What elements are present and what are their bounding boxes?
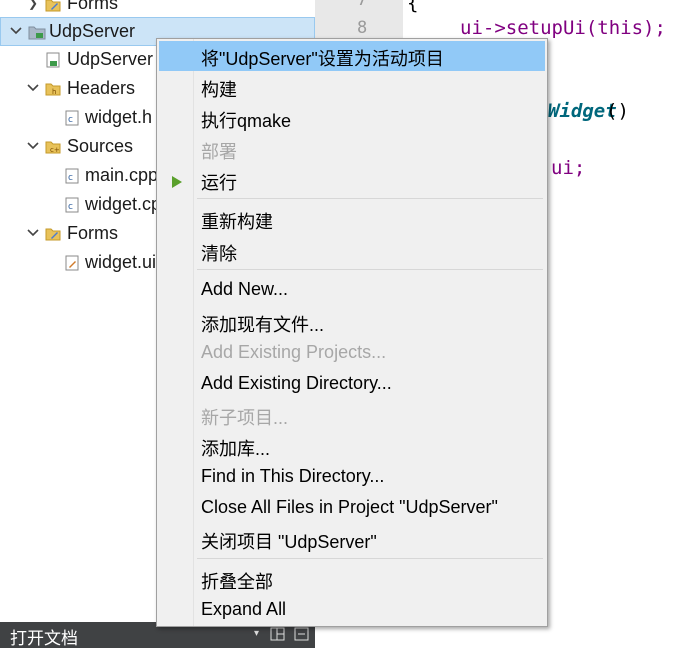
line-number: 7 [357, 0, 368, 10]
menu-item-label: 添加现有文件... [201, 315, 325, 335]
tree-item-label: UdpServer [49, 21, 136, 41]
menu-item-label: 部署 [201, 142, 237, 162]
chevron-down-icon[interactable] [9, 24, 23, 38]
menu-item-label: 将"UdpServer"设置为活动项目 [201, 49, 444, 69]
menu-set-active-project[interactable]: 将"UdpServer"设置为活动项目 [159, 41, 545, 71]
menu-item-label: 运行 [201, 173, 237, 193]
menu-item-label: Find in This Directory... [201, 466, 385, 486]
menu-close-project[interactable]: 关闭项目 "UdpServer" [159, 524, 545, 554]
code-brace: { [407, 0, 419, 14]
ui-file-icon [64, 255, 80, 271]
svg-text:h: h [52, 88, 56, 96]
code-parens: () [606, 100, 629, 122]
menu-separator [197, 198, 543, 199]
cpp-file-icon: c [64, 168, 80, 184]
open-documents-title: 打开文档 [10, 629, 78, 648]
menu-run-qmake[interactable]: 执行qmake [159, 103, 545, 133]
menu-find-in-directory[interactable]: Find in This Directory... [159, 462, 545, 492]
menu-item-label: Add Existing Directory... [201, 373, 392, 393]
tree-item-label: widget.h [85, 107, 153, 127]
pro-file-icon [45, 52, 61, 68]
menu-clean[interactable]: 清除 [159, 236, 545, 266]
menu-item-label: 折叠全部 [201, 572, 273, 592]
menu-rebuild[interactable]: 重新构建 [159, 204, 545, 234]
chevron-down-icon[interactable] [26, 226, 40, 240]
sources-folder-icon: c+ [45, 139, 61, 155]
svg-text:c: c [68, 115, 73, 125]
headers-folder-icon: h [45, 81, 61, 97]
menu-item-label: Add New... [201, 279, 289, 299]
chevron-right-icon[interactable]: ❯ [28, 0, 42, 10]
menu-close-all-files[interactable]: Close All Files in Project "UdpServer" [159, 493, 545, 523]
menu-expand-all[interactable]: Expand All [159, 595, 545, 625]
menu-deploy: 部署 [159, 134, 545, 164]
menu-separator [197, 269, 543, 270]
dropdown-arrow-icon[interactable]: ▾ [254, 628, 259, 639]
menu-add-existing-projects: Add Existing Projects... [159, 338, 545, 368]
menu-build[interactable]: 构建 [159, 72, 545, 102]
tree-item-label: Forms [67, 0, 118, 13]
tree-item-label: Forms [67, 223, 118, 243]
forms-folder-icon [45, 226, 61, 242]
tree-item-label: Sources [67, 136, 134, 156]
tree-item-label: widget.ui [85, 252, 157, 272]
run-icon [171, 173, 183, 188]
tree-item-label: UdpServer [67, 49, 154, 69]
menu-item-label: Add Existing Projects... [201, 342, 387, 362]
menu-item-label: 重新构建 [201, 212, 273, 232]
menu-add-library[interactable]: 添加库... [159, 431, 545, 461]
menu-add-existing-files[interactable]: 添加现有文件... [159, 307, 545, 337]
code-delete-ui: ui; [551, 157, 586, 179]
cpp-file-icon: c [64, 197, 80, 213]
menu-add-new[interactable]: Add New... [159, 275, 545, 305]
project-icon [28, 24, 46, 40]
close-pane-icon[interactable] [294, 626, 310, 642]
menu-run[interactable]: 运行 [159, 165, 545, 195]
menu-item-label: 关闭项目 "UdpServer" [201, 532, 377, 552]
menu-item-label: 清除 [201, 244, 237, 264]
forms-folder-icon [45, 0, 61, 13]
menu-item-label: Expand All [201, 599, 287, 619]
menu-item-label: 新子项目... [201, 408, 289, 428]
menu-item-label: Close All Files in Project "UdpServer" [201, 497, 498, 517]
menu-item-label: 添加库... [201, 439, 271, 459]
tree-item-label: Headers [67, 78, 136, 98]
line-number: 8 [357, 18, 368, 38]
menu-item-label: 执行qmake [201, 111, 292, 131]
svg-text:c+: c+ [50, 146, 60, 154]
svg-text:c: c [68, 173, 73, 183]
menu-collapse-all[interactable]: 折叠全部 [159, 564, 545, 594]
code-setup-call: ui->setupUi(this); [460, 17, 666, 39]
menu-add-existing-directory[interactable]: Add Existing Directory... [159, 369, 545, 399]
split-icon[interactable] [270, 626, 286, 642]
menu-new-subproject: 新子项目... [159, 400, 545, 430]
menu-item-label: 构建 [201, 80, 237, 100]
header-file-icon: c [64, 110, 80, 126]
svg-text:c: c [68, 202, 73, 212]
tree-item-label: main.cpp [85, 165, 159, 185]
menu-separator [197, 558, 543, 559]
chevron-down-icon[interactable] [26, 81, 40, 95]
chevron-down-icon[interactable] [26, 139, 40, 153]
context-menu: 将"UdpServer"设置为活动项目 构建 执行qmake 部署 运行 重新构… [156, 38, 548, 627]
